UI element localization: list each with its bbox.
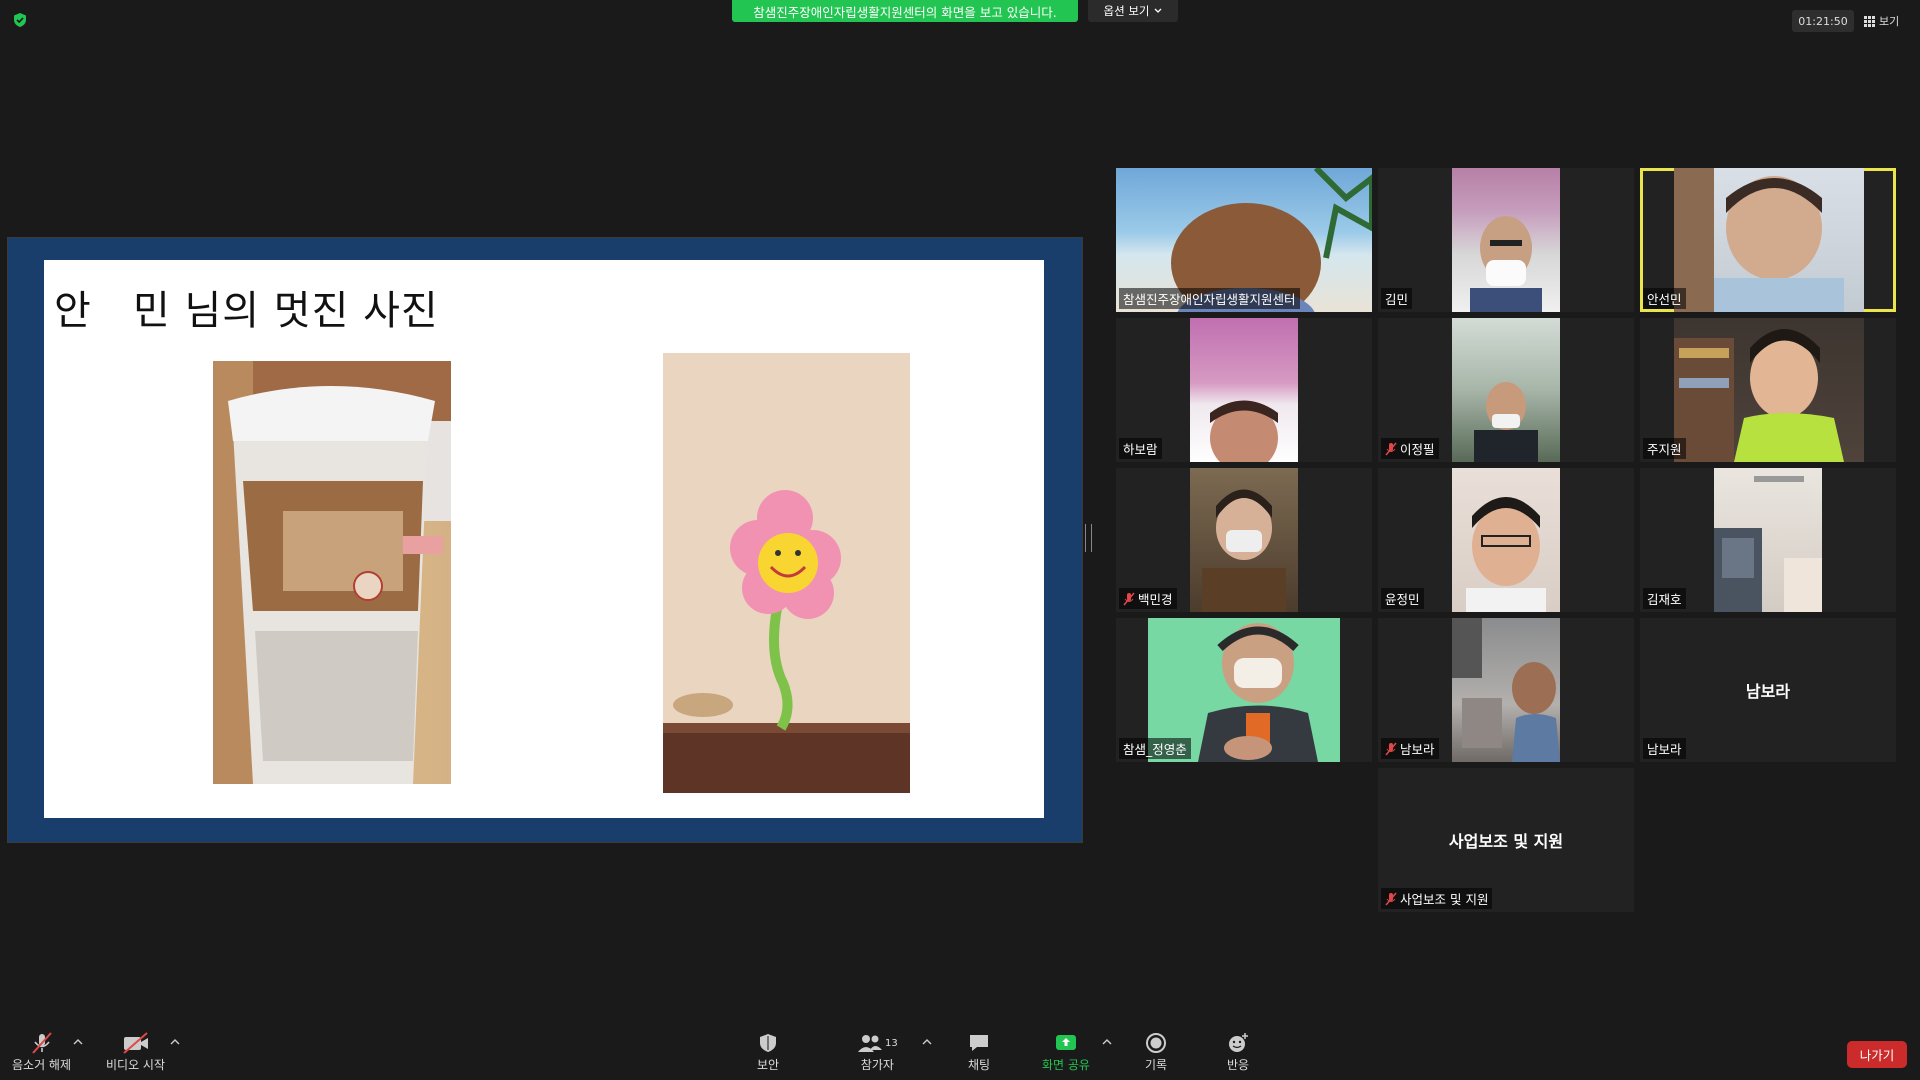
participant-name: 참샘_정영춘 <box>1123 742 1187 757</box>
participant-name: 김민 <box>1385 292 1409 307</box>
reactions-label: 반응 <box>1226 1058 1250 1072</box>
participant-name: 참샘진주장애인자립생활지원센터 <box>1123 292 1296 307</box>
participant-video <box>1674 168 1864 312</box>
record-button[interactable]: 기록 <box>1145 1032 1167 1073</box>
record-label: 기록 <box>1145 1058 1168 1072</box>
participant-name-tag: 참샘_정영춘 <box>1119 738 1191 759</box>
participant-name-tag: 남보라 <box>1381 738 1439 759</box>
participant-name: 백민경 <box>1138 592 1173 607</box>
participant-video <box>1674 318 1864 462</box>
participant-tile[interactable]: 백민경 <box>1116 468 1372 612</box>
muted-mic-icon <box>1385 892 1397 905</box>
share-screen-icon <box>1055 1035 1076 1050</box>
chat-icon <box>970 1035 989 1051</box>
participant-tile-no-video[interactable]: 사업보조 및 지원 사업보조 및 지원 <box>1378 768 1634 912</box>
screen-share-banner: 참샘진주장애인자립생활지원센터의 화면을 보고 있습니다. <box>732 0 1078 22</box>
reactions-button[interactable]: 반응 <box>1226 1032 1250 1073</box>
participant-name: 남보라 <box>1400 742 1435 757</box>
presentation-slide: 안 민 님의 멋진 사진 <box>44 260 1044 818</box>
participant-video <box>1452 168 1560 312</box>
meeting-timer: 01:21:50 <box>1792 10 1854 32</box>
participant-tile[interactable]: 윤정민 <box>1378 468 1634 612</box>
participant-video <box>1714 468 1822 612</box>
start-video-button[interactable]: 비디오 시작 <box>106 1032 165 1073</box>
participant-video <box>1452 318 1560 462</box>
participant-name: 남보라 <box>1647 742 1682 757</box>
participant-name-tag: 윤정민 <box>1381 588 1424 609</box>
participant-tile[interactable]: 참샘_정영춘 <box>1116 618 1372 762</box>
emoji-reaction-icon <box>1229 1033 1248 1052</box>
participant-tile-active-speaker[interactable]: 안선민 <box>1640 168 1896 312</box>
record-icon <box>1146 1033 1167 1053</box>
view-options-label: 옵션 보기 <box>1103 4 1150 18</box>
participant-name: 하보람 <box>1123 442 1158 457</box>
participant-video <box>1190 318 1298 462</box>
participant-name-tag: 이정필 <box>1381 438 1439 459</box>
participant-video <box>1452 618 1560 762</box>
participant-name-tag: 하보람 <box>1119 438 1162 459</box>
participant-name-tag: 김민 <box>1381 288 1413 309</box>
meeting-toolbar <box>0 1020 1920 1080</box>
flower-toy-photo <box>663 353 910 793</box>
video-off-icon <box>122 1032 148 1054</box>
participant-name-tag: 백민경 <box>1119 588 1177 609</box>
participant-name: 안선민 <box>1647 292 1682 307</box>
participant-name: 이정필 <box>1400 442 1435 457</box>
muted-mic-icon <box>1385 742 1397 755</box>
participant-name-tag: 안선민 <box>1643 288 1686 309</box>
participant-tile[interactable]: 김민 <box>1378 168 1634 312</box>
participants-count: 13 <box>885 1037 898 1049</box>
participant-name-tag: 주지원 <box>1643 438 1686 459</box>
shield-icon <box>760 1034 777 1052</box>
participant-name-tag: 김재호 <box>1643 588 1686 609</box>
security-button[interactable]: 보안 <box>757 1032 779 1073</box>
coffee-cup-photo <box>213 361 451 784</box>
participants-options-chevron-icon[interactable] <box>922 1038 932 1046</box>
participants-button[interactable]: 13 참가자 <box>857 1032 898 1073</box>
unmute-button[interactable]: 음소거 해제 <box>12 1032 71 1073</box>
chevron-down-icon <box>1155 8 1162 13</box>
view-toggle-label: 보기 <box>1879 15 1900 28</box>
participant-name-tag: 참샘진주장애인자립생활지원센터 <box>1119 288 1300 309</box>
share-screen-label: 화면 공유 <box>1042 1058 1090 1072</box>
audio-options-chevron-icon[interactable] <box>73 1038 83 1046</box>
participants-icon <box>858 1035 882 1052</box>
chat-button[interactable]: 채팅 <box>968 1032 990 1073</box>
participant-name-tag: 사업보조 및 지원 <box>1381 888 1493 909</box>
participant-name: 사업보조 및 지원 <box>1400 892 1489 907</box>
split-view-handle[interactable] <box>1085 524 1092 552</box>
participant-tile-no-video[interactable]: 남보라 남보라 <box>1640 618 1896 762</box>
participant-tile[interactable]: 김재호 <box>1640 468 1896 612</box>
share-options-chevron-icon[interactable] <box>1102 1038 1112 1046</box>
grid-icon <box>1864 15 1875 27</box>
muted-mic-icon <box>31 1032 52 1054</box>
participant-name-tag: 남보라 <box>1643 738 1686 759</box>
slide-title: 안 민 님의 멋진 사진 <box>54 288 439 334</box>
participant-tile[interactable]: 하보람 <box>1116 318 1372 462</box>
share-screen-button[interactable]: 화면 공유 <box>1042 1032 1090 1073</box>
participant-name: 주지원 <box>1647 442 1682 457</box>
unmute-label: 음소거 해제 <box>12 1058 72 1072</box>
participant-tile[interactable]: 이정필 <box>1378 318 1634 462</box>
participant-tile[interactable]: 남보라 <box>1378 618 1634 762</box>
leave-meeting-button[interactable]: 나가기 <box>1847 1041 1907 1068</box>
video-options-chevron-icon[interactable] <box>170 1038 180 1046</box>
participant-video <box>1190 468 1298 612</box>
participant-tile[interactable]: 참샘진주장애인자립생활지원센터 <box>1116 168 1372 312</box>
chat-label: 채팅 <box>968 1058 991 1072</box>
security-label: 보안 <box>757 1058 780 1072</box>
participant-name: 김재호 <box>1647 592 1682 607</box>
muted-mic-icon <box>1123 592 1135 605</box>
participant-tile[interactable]: 주지원 <box>1640 318 1896 462</box>
participants-label: 참가자 <box>860 1058 894 1072</box>
view-toggle-button[interactable]: 보기 <box>1864 10 1912 32</box>
participant-video <box>1452 468 1560 612</box>
security-shield-icon <box>14 13 26 27</box>
participant-name: 윤정민 <box>1385 592 1420 607</box>
view-options-button[interactable]: 옵션 보기 <box>1088 0 1178 22</box>
start-video-label: 비디오 시작 <box>106 1058 166 1072</box>
muted-mic-icon <box>1385 442 1397 455</box>
